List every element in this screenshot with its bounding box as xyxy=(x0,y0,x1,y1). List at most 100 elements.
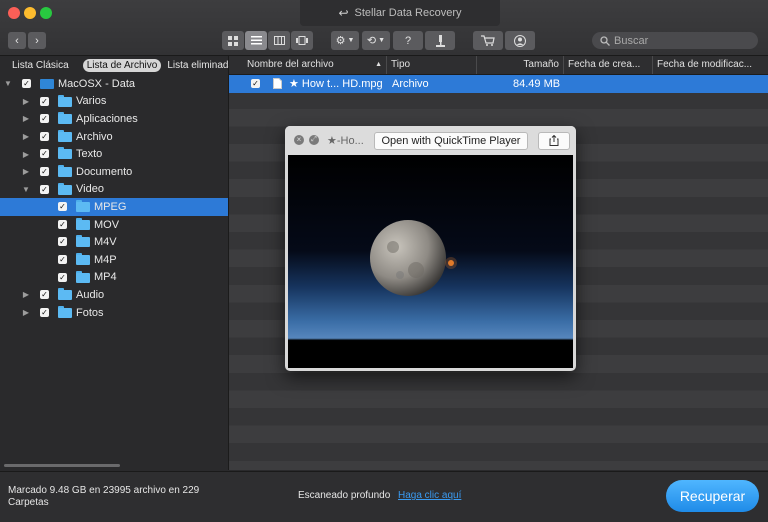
disclosure-expanded-icon[interactable]: ▼ xyxy=(21,185,31,194)
tree-checkbox[interactable]: ✓ xyxy=(40,166,49,176)
disclosure-collapsed-icon[interactable]: ▶ xyxy=(21,132,31,141)
settings-menu-button[interactable]: ⚙ ▼ xyxy=(331,31,359,50)
fullscreen-icon[interactable]: ⤢ xyxy=(309,135,319,145)
disclosure-collapsed-icon[interactable]: ▶ xyxy=(21,167,31,176)
history-menu-button[interactable]: ⟲ ▼ xyxy=(362,31,390,50)
disclosure-collapsed-icon[interactable]: ▶ xyxy=(21,114,31,123)
horizontal-scrollbar[interactable] xyxy=(4,464,120,467)
icon-view-button[interactable] xyxy=(222,31,244,50)
chevron-right-icon: › xyxy=(35,34,39,47)
folder-tree: ▼ ✓ MacOSX - Data ▶ ✓ Varios ▶ ✓ Aplicaciones ▶ ✓ A… xyxy=(0,75,228,321)
microscope-icon xyxy=(436,34,445,47)
back-button[interactable]: ‹ xyxy=(8,32,26,49)
disclosure-collapsed-icon[interactable]: ▶ xyxy=(21,290,31,299)
close-window-button[interactable] xyxy=(8,7,20,19)
drive-icon xyxy=(40,79,54,89)
share-button[interactable] xyxy=(538,132,570,150)
tree-item[interactable]: ▶ ✓ Documento xyxy=(0,163,228,181)
tree-item[interactable]: ✓ MPEG xyxy=(0,198,228,216)
zoom-window-button[interactable] xyxy=(40,7,52,19)
folder-icon xyxy=(58,112,72,125)
disclosure-collapsed-icon[interactable]: ▶ xyxy=(21,97,31,106)
tree-item[interactable]: ▶ ✓ Aplicaciones xyxy=(0,110,228,128)
tree-item[interactable]: ▼ ✓ Video xyxy=(0,181,228,199)
search-box[interactable] xyxy=(592,32,758,49)
file-name: ★ How t... HD.mpg xyxy=(289,78,383,90)
cart-icon xyxy=(481,35,495,46)
quicklook-title: ★-Ho... xyxy=(327,135,364,147)
tree-checkbox[interactable]: ✓ xyxy=(40,184,49,194)
tree-checkbox[interactable]: ✓ xyxy=(40,131,49,141)
restore-arrow-icon: ↩ xyxy=(338,6,349,20)
tree-item[interactable]: ▼ ✓ MacOSX - Data xyxy=(0,75,228,93)
help-button[interactable]: ? xyxy=(393,31,423,50)
tree-item-label: MOV xyxy=(94,218,120,231)
tree-checkbox[interactable]: ✓ xyxy=(58,202,67,212)
tree-item-label: MacOSX - Data xyxy=(58,77,136,90)
column-header-tipo[interactable]: Tipo xyxy=(387,56,477,74)
folder-icon xyxy=(58,305,72,318)
cart-button[interactable] xyxy=(473,31,503,50)
video-preview[interactable] xyxy=(288,155,573,368)
column-view-button[interactable] xyxy=(268,31,290,50)
open-with-quicktime-button[interactable]: Open with QuickTime Player xyxy=(374,132,528,150)
folder-icon xyxy=(76,217,90,230)
tree-item-label: Aplicaciones xyxy=(76,112,138,125)
tree-item[interactable]: ✓ MP4 xyxy=(0,269,228,287)
list-view-button[interactable] xyxy=(245,31,267,50)
tree-checkbox[interactable]: ✓ xyxy=(58,254,67,264)
folder-icon xyxy=(58,147,72,160)
video-frame-image xyxy=(288,155,573,368)
tree-checkbox[interactable]: ✓ xyxy=(40,307,49,317)
tree-checkbox[interactable]: ✓ xyxy=(40,149,49,159)
tab-lista-clasica[interactable]: Lista Clásica xyxy=(8,60,73,71)
tree-checkbox[interactable]: ✓ xyxy=(22,79,31,88)
tree-item[interactable]: ▶ ✓ Fotos xyxy=(0,304,228,322)
columns-icon xyxy=(273,36,285,45)
disclosure-collapsed-icon[interactable]: ▶ xyxy=(21,308,31,317)
disclosure-collapsed-icon[interactable]: ▶ xyxy=(21,150,31,159)
folder-icon xyxy=(58,129,72,142)
window-title-text: Stellar Data Recovery xyxy=(354,7,462,19)
tree-item[interactable]: ▶ ✓ Audio xyxy=(0,286,228,304)
column-header-fecha-creacion[interactable]: Fecha de crea... xyxy=(564,56,653,74)
coverflow-view-button[interactable] xyxy=(291,31,313,50)
tree-item[interactable]: ▶ ✓ Archivo xyxy=(0,128,228,146)
disclosure-expanded-icon[interactable]: ▼ xyxy=(3,79,13,88)
tree-checkbox[interactable]: ✓ xyxy=(40,96,49,106)
tree-checkbox[interactable]: ✓ xyxy=(58,272,67,282)
tree-item[interactable]: ✓ M4P xyxy=(0,251,228,269)
tree-item[interactable]: ✓ M4V xyxy=(0,233,228,251)
tree-item-label: MP4 xyxy=(94,271,117,284)
close-icon[interactable]: × xyxy=(294,135,304,145)
file-type: Archivo xyxy=(392,78,429,90)
account-button[interactable] xyxy=(505,31,535,50)
tools-button[interactable] xyxy=(425,31,455,50)
gear-icon: ⚙ xyxy=(335,35,346,47)
search-input[interactable] xyxy=(614,34,744,47)
tree-checkbox[interactable]: ✓ xyxy=(40,114,49,124)
tree-item-label: Audio xyxy=(76,288,105,301)
column-header-nombre[interactable]: Nombre del archivo ▲ xyxy=(243,56,387,74)
grid-icon xyxy=(228,35,238,46)
table-row[interactable]: ✓ ★ How t... HD.mpg Archivo 84.49 MB xyxy=(229,75,768,93)
folder-icon xyxy=(58,164,72,177)
quicklook-toolbar: × ⤢ ★-Ho... Open with QuickTime Player xyxy=(285,126,576,155)
folder-icon xyxy=(76,252,90,265)
tree-item[interactable]: ▶ ✓ Texto xyxy=(0,145,228,163)
recover-button[interactable]: Recuperar xyxy=(666,480,759,512)
minimize-window-button[interactable] xyxy=(24,7,36,19)
forward-button[interactable]: › xyxy=(28,32,46,49)
tree-item[interactable]: ▶ ✓ Varios xyxy=(0,93,228,111)
tree-checkbox[interactable]: ✓ xyxy=(58,219,67,229)
folder-icon xyxy=(76,270,90,283)
deep-scan-link[interactable]: Haga clic aquí xyxy=(398,490,461,501)
tab-lista-archivo[interactable]: Lista de Archivo xyxy=(82,58,162,72)
tree-checkbox[interactable]: ✓ xyxy=(40,290,49,300)
column-header-fecha-modificacion[interactable]: Fecha de modificac... xyxy=(653,56,768,74)
tab-lista-eliminada[interactable]: Lista eliminada xyxy=(163,60,238,71)
row-checkbox[interactable]: ✓ xyxy=(251,79,260,88)
tree-item[interactable]: ✓ MOV xyxy=(0,216,228,234)
tree-checkbox[interactable]: ✓ xyxy=(58,237,67,247)
column-header-tamano[interactable]: Tamaño xyxy=(477,56,564,74)
